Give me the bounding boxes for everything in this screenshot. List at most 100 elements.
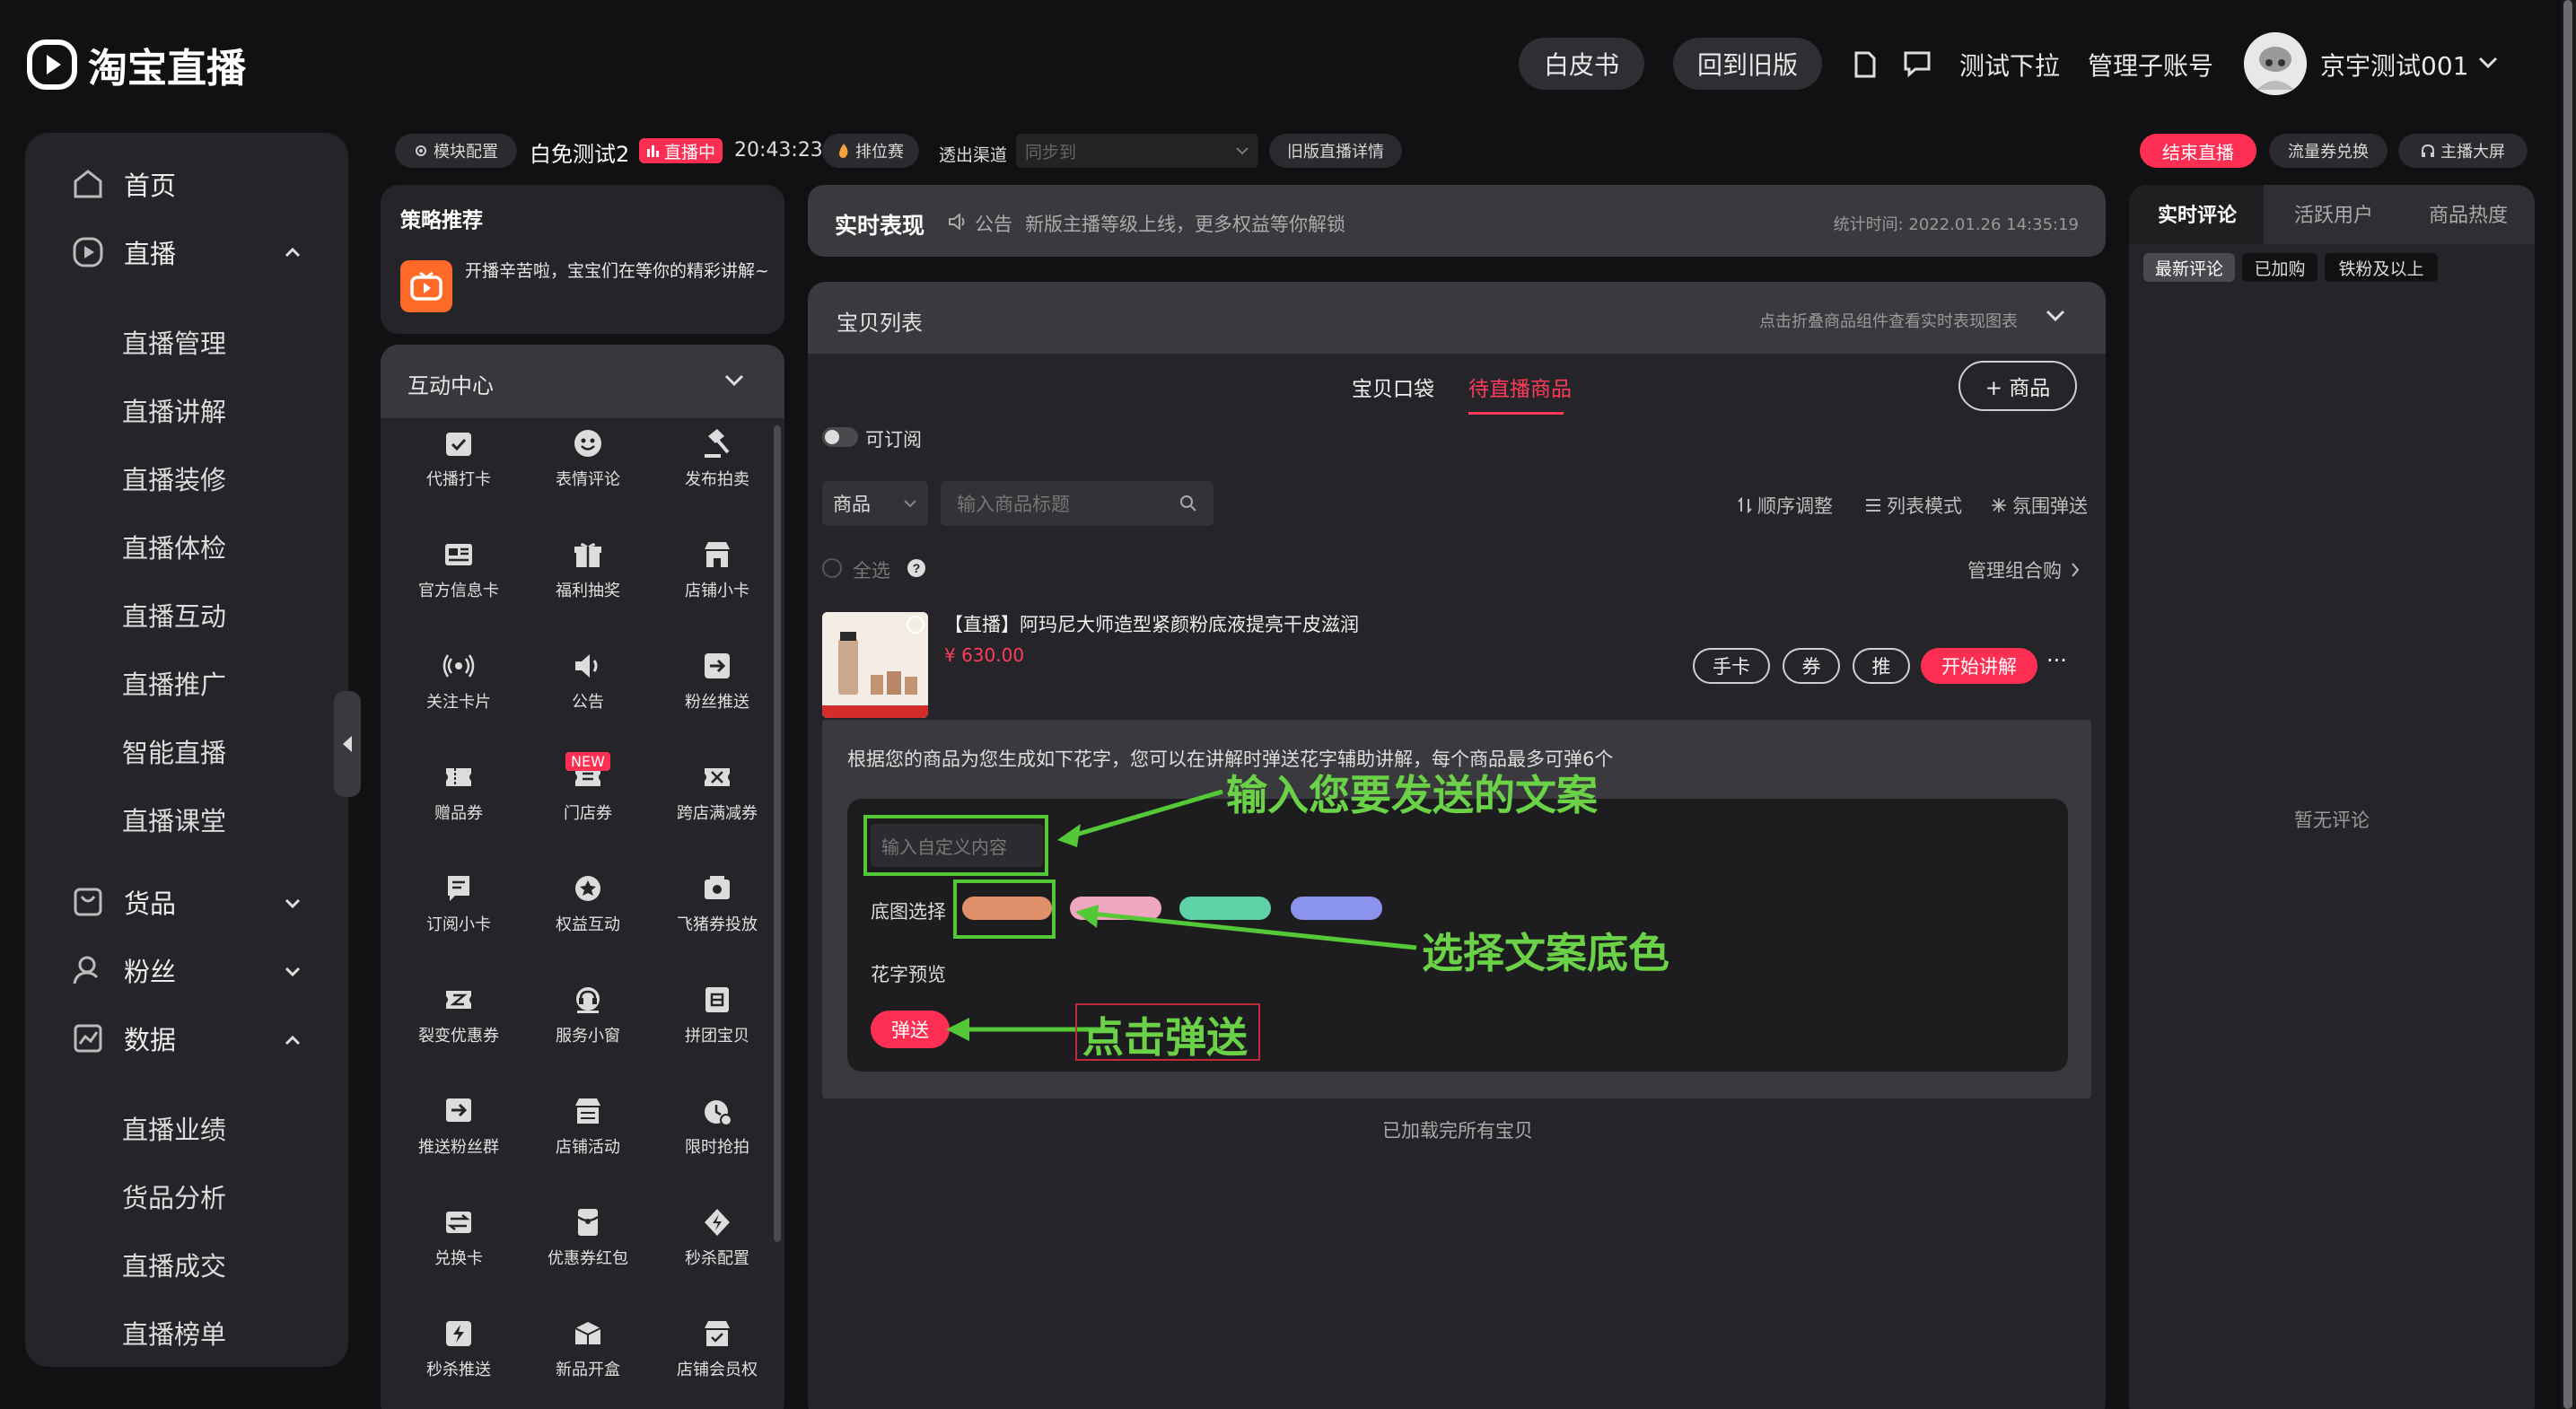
interaction-item[interactable]: 官方信息卡 <box>393 535 524 601</box>
filter-latest[interactable]: 最新评论 <box>2143 253 2235 282</box>
sidebar-item-live-interact[interactable]: 直播互动 <box>122 596 226 634</box>
chevron-down-icon[interactable] <box>284 897 302 910</box>
interaction-item[interactable]: 代播打卡 <box>393 424 524 490</box>
interaction-item[interactable]: 兑换卡 <box>393 1203 524 1269</box>
sidebar-item-data[interactable]: 数据 <box>72 1020 176 1057</box>
sidebar-item-live-class[interactable]: 直播课堂 <box>122 801 226 838</box>
module-config-button[interactable]: 模块配置 <box>395 134 517 168</box>
sidebar-item-live-perf[interactable]: 直播业绩 <box>122 1109 226 1147</box>
product-thumbnail[interactable] <box>822 612 928 718</box>
tab-active-users[interactable]: 活跃用户 <box>2294 199 2373 228</box>
sidebar-item-home[interactable]: 首页 <box>72 165 176 203</box>
chevron-up-icon[interactable] <box>284 246 302 258</box>
interaction-item[interactable]: 粉丝推送 <box>652 646 783 713</box>
more-button[interactable]: ··· <box>2046 648 2067 673</box>
sidebar-label-fans: 粉丝 <box>124 957 177 987</box>
avatar[interactable] <box>2244 32 2307 95</box>
interaction-item[interactable]: 飞猪券投放 <box>652 869 783 935</box>
interaction-item[interactable]: 服务小窗 <box>522 980 653 1046</box>
strategy-text[interactable]: 开播辛苦啦，宝宝们在等你的精彩讲解~ <box>465 258 770 284</box>
interaction-item[interactable]: 优惠券红包 <box>522 1203 653 1269</box>
manage-combo-link[interactable]: 管理组合购 <box>1967 556 2080 583</box>
tab-goods-bag[interactable]: 宝贝口袋 <box>1352 372 1434 402</box>
username[interactable]: 京宇测试001 <box>2320 47 2468 83</box>
app-logo[interactable]: 淘宝直播 <box>27 38 246 92</box>
traffic-coupon-button[interactable]: 流量券兑换 <box>2269 134 2388 168</box>
interaction-item[interactable]: 关注卡片 <box>393 646 524 713</box>
channel-placeholder: 同步到 <box>1025 142 1077 162</box>
interaction-item[interactable]: 跨店满减券 <box>652 757 783 824</box>
chevron-down-icon[interactable] <box>2477 56 2499 70</box>
old-live-detail-button[interactable]: 旧版直播详情 <box>1269 134 1402 168</box>
order-adjust-button[interactable]: 顺序调整 <box>1738 492 1833 519</box>
interaction-item[interactable]: 公告 <box>522 646 653 713</box>
manage-sub-account-link[interactable]: 管理子账号 <box>2088 47 2213 83</box>
sidebar-item-live-decor[interactable]: 直播装修 <box>122 459 226 497</box>
interaction-item[interactable]: 推送粉丝群 <box>393 1091 524 1158</box>
interaction-item[interactable]: 裂变优惠券 <box>393 980 524 1046</box>
document-icon[interactable] <box>1853 50 1878 79</box>
tab-pending-goods[interactable]: 待直播商品 <box>1468 372 1572 402</box>
goods-filter-select[interactable]: 商品 <box>822 481 928 526</box>
product-title[interactable]: 【直播】阿玛尼大师造型紧颜粉底液提亮干皮滋润 <box>944 610 1359 637</box>
interaction-item[interactable]: 赠品券 <box>393 757 524 824</box>
atmosphere-button[interactable]: 氛围弹送 <box>1991 492 2088 519</box>
sidebar-item-smart-live[interactable]: 智能直播 <box>122 732 226 770</box>
interaction-item[interactable]: 表情评论 <box>522 424 653 490</box>
tab-realtime-comments[interactable]: 实时评论 <box>2129 185 2264 244</box>
interaction-item[interactable]: 拼团宝贝 <box>652 980 783 1046</box>
message-icon[interactable] <box>1903 50 1932 77</box>
goods-list-header[interactable]: 宝贝列表 点击折叠商品组件查看实时表现图表 <box>808 282 2106 354</box>
sidebar-item-live-deals[interactable]: 直播成交 <box>122 1246 226 1283</box>
interaction-item[interactable]: 订阅小卡 <box>393 869 524 935</box>
start-explain-button[interactable]: 开始讲解 <box>1921 648 2037 684</box>
notice-text[interactable]: 新版主播等级上线，更多权益等你解锁 <box>1025 210 1345 237</box>
select-all-checkbox[interactable] <box>822 558 842 578</box>
filter-added-cart[interactable]: 已加购 <box>2242 253 2318 282</box>
tab-goods-heat[interactable]: 商品热度 <box>2429 199 2508 228</box>
page-scrollbar-thumb[interactable] <box>2563 0 2572 1409</box>
goods-search-input[interactable]: 输入商品标题 <box>941 481 1214 526</box>
sidebar-collapse-handle[interactable] <box>334 691 361 797</box>
interaction-item[interactable]: 福利抽奖 <box>522 535 653 601</box>
sidebar-item-live-manage[interactable]: 直播管理 <box>122 323 226 361</box>
filter-iron-fans[interactable]: 铁粉及以上 <box>2325 253 2438 282</box>
interaction-item[interactable]: 店铺活动 <box>522 1091 653 1158</box>
sidebar-item-live-check[interactable]: 直播体检 <box>122 528 226 565</box>
sidebar-item-live[interactable]: 直播 <box>72 233 176 271</box>
add-goods-button[interactable]: + 商品 <box>1958 361 2077 411</box>
ranking-button[interactable]: 排位赛 <box>822 134 919 168</box>
search-icon[interactable] <box>1179 494 1197 512</box>
anchor-screen-button[interactable]: 主播大屏 <box>2398 134 2528 168</box>
interaction-item[interactable]: 店铺小卡 <box>652 535 783 601</box>
interaction-item[interactable]: 店铺会员权 <box>652 1314 783 1380</box>
push-button[interactable]: 推 <box>1853 648 1910 684</box>
help-icon[interactable]: ? <box>907 558 926 578</box>
interaction-item[interactable]: 秒杀配置 <box>652 1203 783 1269</box>
sidebar-item-live-rank[interactable]: 直播榜单 <box>122 1314 226 1352</box>
chevron-up-icon[interactable] <box>284 1034 302 1046</box>
interaction-item[interactable]: 发布拍卖 <box>652 424 783 490</box>
chevron-down-icon[interactable] <box>284 966 302 978</box>
interaction-item[interactable]: 限时抢拍 <box>652 1091 783 1158</box>
sidebar-item-goods-analysis[interactable]: 货品分析 <box>122 1177 226 1215</box>
end-live-button[interactable]: 结束直播 <box>2140 134 2256 168</box>
coupon-button[interactable]: 券 <box>1783 648 1840 684</box>
sidebar-item-live-promote[interactable]: 直播推广 <box>122 664 226 702</box>
test-dropdown-link[interactable]: 测试下拉 <box>1959 47 2060 83</box>
list-mode-button[interactable]: 列表模式 <box>1865 492 1962 519</box>
back-old-version-button[interactable]: 回到旧版 <box>1673 38 1822 90</box>
send-button[interactable]: 弹送 <box>871 1011 950 1048</box>
interaction-item[interactable]: 秒杀推送 <box>393 1314 524 1380</box>
interaction-item[interactable]: 权益互动 <box>522 869 653 935</box>
interaction-item[interactable]: 新品开盒 <box>522 1314 653 1380</box>
chevron-down-icon[interactable] <box>2045 309 2066 323</box>
sidebar-item-fans[interactable]: 粉丝 <box>72 951 176 989</box>
hand-card-button[interactable]: 手卡 <box>1693 648 1770 684</box>
sidebar-item-goods[interactable]: 货品 <box>72 883 176 921</box>
channel-select[interactable]: 同步到 <box>1016 134 1258 168</box>
sidebar-item-live-explain[interactable]: 直播讲解 <box>122 391 226 429</box>
subscribe-toggle[interactable] <box>822 427 858 447</box>
whitepaper-button[interactable]: 白皮书 <box>1519 38 1644 90</box>
interaction-item[interactable]: NEW 门店券 <box>522 752 653 824</box>
